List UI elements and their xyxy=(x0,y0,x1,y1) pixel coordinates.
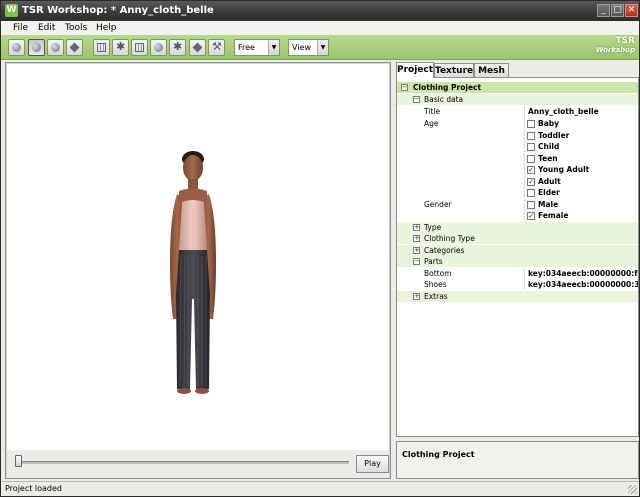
age-option-adult[interactable]: ✓ Adult xyxy=(524,176,638,187)
checkbox-checked-icon[interactable]: ✓ xyxy=(527,178,535,186)
collapse-icon[interactable]: − xyxy=(413,258,420,265)
resize-grip-icon[interactable] xyxy=(628,485,637,494)
skeleton-icon: ✱ xyxy=(116,40,126,53)
app-logo-icon: W xyxy=(5,4,18,17)
age-option-baby[interactable]: Baby xyxy=(524,118,638,129)
age-row: Age Baby xyxy=(397,118,638,130)
tab-texture[interactable]: Texture xyxy=(434,63,474,78)
sphere-icon xyxy=(32,43,41,52)
timeline-track[interactable] xyxy=(17,461,349,464)
mirror-icon xyxy=(135,43,144,52)
checkbox-checked-icon[interactable]: ✓ xyxy=(527,166,535,174)
sim-model-preview xyxy=(170,151,216,394)
tab-mesh[interactable]: Mesh xyxy=(474,63,509,78)
sphere-icon xyxy=(12,43,21,52)
description-text: Clothing Project xyxy=(402,450,475,459)
app-window: W TSR Workshop: * Anny_cloth_belle _ □ ✕… xyxy=(0,0,640,497)
checkbox-checked-icon[interactable]: ✓ xyxy=(527,212,535,220)
smooth-sphere-button[interactable] xyxy=(28,39,45,56)
menu-edit[interactable]: Edit xyxy=(38,22,55,34)
menu-bar: File Edit Tools Help xyxy=(1,21,639,35)
chevron-down-icon: ▼ xyxy=(268,40,279,55)
diamond-button[interactable] xyxy=(66,39,83,56)
age-option-child[interactable]: Child xyxy=(524,141,638,152)
tree-basic-data-row[interactable]: − Basic data xyxy=(397,94,638,106)
close-button[interactable]: ✕ xyxy=(625,4,638,17)
shoes-part-row: Shoes key:034aeecb:00000000:3... xyxy=(397,279,638,291)
3d-viewport[interactable] xyxy=(7,64,389,450)
expand-icon[interactable]: + xyxy=(413,235,420,242)
menu-file[interactable]: File xyxy=(13,22,28,34)
age-option-teen[interactable]: Teen xyxy=(524,153,638,164)
status-bar: Project loaded xyxy=(1,481,639,496)
tab-project[interactable]: Project xyxy=(396,62,434,78)
tree-categories-row[interactable]: + Categories xyxy=(397,245,638,257)
view-value: View xyxy=(292,43,311,52)
title-bar[interactable]: W TSR Workshop: * Anny_cloth_belle _ □ ✕ xyxy=(1,1,639,21)
camera-mode-combo[interactable]: Free ▼ xyxy=(234,39,280,56)
checkbox-icon[interactable] xyxy=(527,143,535,151)
bones-icon: ✱ xyxy=(173,40,183,53)
title-value-field[interactable]: Anny_cloth_belle xyxy=(528,107,638,117)
chevron-down-icon: ▼ xyxy=(317,40,328,55)
tool-button[interactable]: ⚒ xyxy=(208,39,225,56)
light-button[interactable] xyxy=(150,39,167,56)
light-icon xyxy=(154,43,163,52)
tree-type-row[interactable]: + Type xyxy=(397,222,638,234)
collapse-icon[interactable]: − xyxy=(401,84,408,91)
checkbox-icon[interactable] xyxy=(527,120,535,128)
tree-extras-row[interactable]: + Extras xyxy=(397,291,638,303)
gender-option-male[interactable]: Male xyxy=(524,199,638,210)
gender-row: Gender Male xyxy=(397,199,638,211)
expand-icon[interactable]: + xyxy=(413,293,420,300)
menu-tools[interactable]: Tools xyxy=(65,22,87,34)
tree-parts-row[interactable]: − Parts xyxy=(397,256,638,268)
tree-clothing-type-row[interactable]: + Clothing Type xyxy=(397,233,638,245)
expand-icon[interactable]: + xyxy=(413,247,420,254)
shoes-key-field[interactable]: key:034aeecb:00000000:3... xyxy=(528,280,638,290)
property-tree: − Clothing Project − Basic data Title An… xyxy=(396,77,639,437)
tsr-workshop-logo: TSR Workshop xyxy=(595,36,635,55)
checkbox-icon[interactable] xyxy=(527,155,535,163)
checkbox-icon[interactable] xyxy=(527,201,535,209)
collapse-icon[interactable]: − xyxy=(413,96,420,103)
timeline-slider-handle[interactable] xyxy=(15,455,22,467)
grid-button[interactable] xyxy=(93,39,110,56)
toolbar: ✱ ✱ ⚒ Free ▼ View ▼ TSR Workshop xyxy=(1,35,639,60)
properties-panel: Project Texture Mesh − Clothing Project … xyxy=(395,62,639,479)
description-panel: Clothing Project xyxy=(396,441,639,479)
wrench-icon: ⚒ xyxy=(212,40,222,53)
checkbox-icon[interactable] xyxy=(527,189,535,197)
title-property-row: Title Anny_cloth_belle xyxy=(397,106,638,118)
gender-option-female[interactable]: ✓ Female xyxy=(524,210,638,221)
menu-help[interactable]: Help xyxy=(96,22,117,34)
preview-panel: Play xyxy=(5,62,391,479)
bottom-part-row: Bottom key:034aeecb:00000000:f... xyxy=(397,268,638,280)
bones-button[interactable]: ✱ xyxy=(169,39,186,56)
status-text: Project loaded xyxy=(5,484,63,493)
skeleton-button[interactable]: ✱ xyxy=(112,39,129,56)
age-option-toddler[interactable]: Toddler xyxy=(524,130,638,141)
diamond-icon xyxy=(69,42,80,53)
play-button[interactable]: Play xyxy=(356,455,389,473)
maximize-button[interactable]: □ xyxy=(611,4,624,17)
tree-root-row[interactable]: − Clothing Project xyxy=(397,82,638,94)
expand-icon[interactable]: + xyxy=(413,224,420,231)
age-option-young-adult[interactable]: ✓ Young Adult xyxy=(524,164,638,175)
minimize-button[interactable]: _ xyxy=(597,4,610,17)
grid-icon xyxy=(97,43,106,52)
shaded-sphere-button[interactable] xyxy=(8,39,25,56)
sphere-icon xyxy=(51,43,60,52)
window-title: TSR Workshop: * Anny_cloth_belle xyxy=(22,5,214,16)
age-option-elder[interactable]: Elder xyxy=(524,187,638,198)
floor-icon xyxy=(192,42,203,53)
dark-sphere-button[interactable] xyxy=(47,39,64,56)
animation-controls: Play xyxy=(7,450,389,478)
bottom-key-field[interactable]: key:034aeecb:00000000:f... xyxy=(528,269,638,279)
checkbox-icon[interactable] xyxy=(527,132,535,140)
camera-mode-value: Free xyxy=(238,43,255,52)
view-combo[interactable]: View ▼ xyxy=(288,39,329,56)
mirror-button[interactable] xyxy=(131,39,148,56)
floor-button[interactable] xyxy=(189,39,206,56)
